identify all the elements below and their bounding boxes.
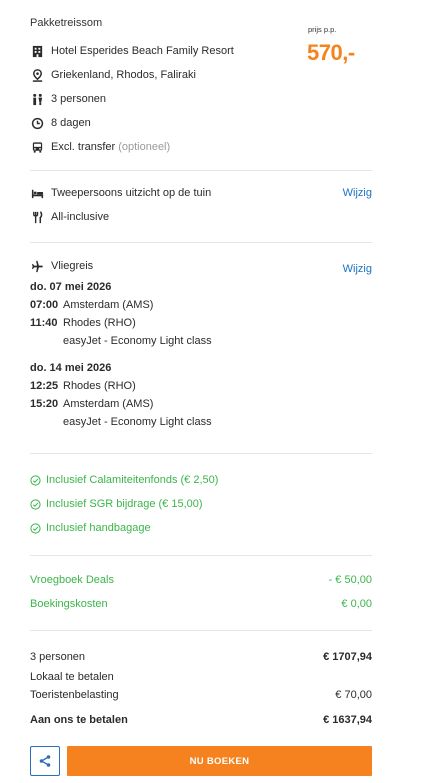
booking-fee-value: € 0,00 xyxy=(341,598,372,610)
outbound-arr-time: 11:40 xyxy=(30,317,58,329)
flight-heading: Vliegreis xyxy=(51,260,94,272)
price-value: 570,- xyxy=(307,40,355,65)
room-row: Tweepersoons uitzicht op de tuin xyxy=(30,185,211,201)
divider xyxy=(30,630,372,631)
page-title: Pakketreissom xyxy=(30,17,103,29)
location-row: Griekenland, Rhodos, Faliraki xyxy=(30,67,196,83)
map-pin-icon xyxy=(30,68,44,82)
location-text: Griekenland, Rhodos, Faliraki xyxy=(51,69,196,81)
divider xyxy=(30,170,372,171)
tourist-tax-label: Toeristenbelasting xyxy=(30,689,119,701)
bus-icon xyxy=(30,140,44,154)
return-dep-place: Rhodes (RHO) xyxy=(63,380,136,392)
hotel-name: Hotel Esperides Beach Family Resort xyxy=(51,45,234,57)
hotel-row: Hotel Esperides Beach Family Resort xyxy=(30,43,234,59)
share-button[interactable] xyxy=(30,746,60,776)
inclusion-label: Inclusief handbagage xyxy=(46,522,151,534)
inclusion-item: Inclusief Calamiteitenfonds (€ 2,50) xyxy=(30,474,218,486)
duration-row: 8 dagen xyxy=(30,115,91,131)
bed-icon xyxy=(30,186,44,200)
transfer-note: (optioneel) xyxy=(118,141,171,153)
early-booking-label: Vroegboek Deals xyxy=(30,574,114,586)
flight-heading-row: Vliegreis xyxy=(30,258,93,274)
people-icon xyxy=(30,92,44,106)
return-arr-time: 15:20 xyxy=(30,398,59,410)
divider xyxy=(30,453,372,454)
return-arr-place: Amsterdam (AMS) xyxy=(63,398,154,410)
amount-due-value: € 1637,94 xyxy=(323,714,372,726)
transfer-text: Excl. transfer xyxy=(51,141,116,153)
inclusion-label: Inclusief SGR bijdrage (€ 15,00) xyxy=(46,498,203,510)
early-booking-value: - € 50,00 xyxy=(328,574,372,586)
return-dep-time: 12:25 xyxy=(30,380,59,392)
building-icon xyxy=(30,44,44,58)
book-now-button[interactable]: NU BOEKEN xyxy=(67,746,372,776)
clock-icon xyxy=(30,116,44,130)
persons-row: 3 personen xyxy=(30,91,106,107)
room-type: Tweepersoons uitzicht op de tuin xyxy=(51,187,212,199)
duration-text: 8 dagen xyxy=(51,117,91,129)
divider xyxy=(30,242,372,243)
price-label: prijs p.p. xyxy=(308,25,337,34)
booking-fee-label: Boekingskosten xyxy=(30,598,108,610)
change-flight-link[interactable]: Wijzig xyxy=(343,263,372,275)
cutlery-icon xyxy=(30,210,44,224)
local-payment-label: Lokaal te betalen xyxy=(30,671,114,683)
outbound-arr-place: Rhodes (RHO) xyxy=(63,317,136,329)
board-row: All-inclusive xyxy=(30,209,109,225)
airplane-icon xyxy=(30,259,44,273)
return-date: do. 14 mei 2026 xyxy=(30,362,112,374)
outbound-carrier: easyJet - Economy Light class xyxy=(63,335,212,347)
board-type: All-inclusive xyxy=(51,211,110,223)
check-circle-icon xyxy=(30,474,41,486)
outbound-date: do. 07 mei 2026 xyxy=(30,281,112,293)
outbound-dep-time: 07:00 xyxy=(30,299,59,311)
outbound-dep-place: Amsterdam (AMS) xyxy=(63,299,154,311)
inclusion-label: Inclusief Calamiteitenfonds (€ 2,50) xyxy=(46,474,219,486)
inclusion-item: Inclusief handbagage xyxy=(30,522,151,534)
check-circle-icon xyxy=(30,498,41,510)
change-room-link[interactable]: Wijzig xyxy=(343,187,372,199)
divider xyxy=(30,555,372,556)
share-icon xyxy=(39,755,51,767)
inclusion-item: Inclusief SGR bijdrage (€ 15,00) xyxy=(30,498,203,510)
booking-summary-panel: Pakketreissom prijs p.p. 570,- Hotel Esp… xyxy=(0,0,443,783)
check-circle-icon xyxy=(30,522,41,534)
return-carrier: easyJet - Economy Light class xyxy=(63,416,212,428)
transfer-row: Excl. transfer (optioneel) xyxy=(30,139,170,155)
persons-total-label: 3 personen xyxy=(30,651,86,663)
persons-text: 3 personen xyxy=(51,93,107,105)
tourist-tax-value: € 70,00 xyxy=(335,689,372,701)
amount-due-label: Aan ons te betalen xyxy=(30,714,128,726)
persons-total-value: € 1707,94 xyxy=(323,651,372,663)
